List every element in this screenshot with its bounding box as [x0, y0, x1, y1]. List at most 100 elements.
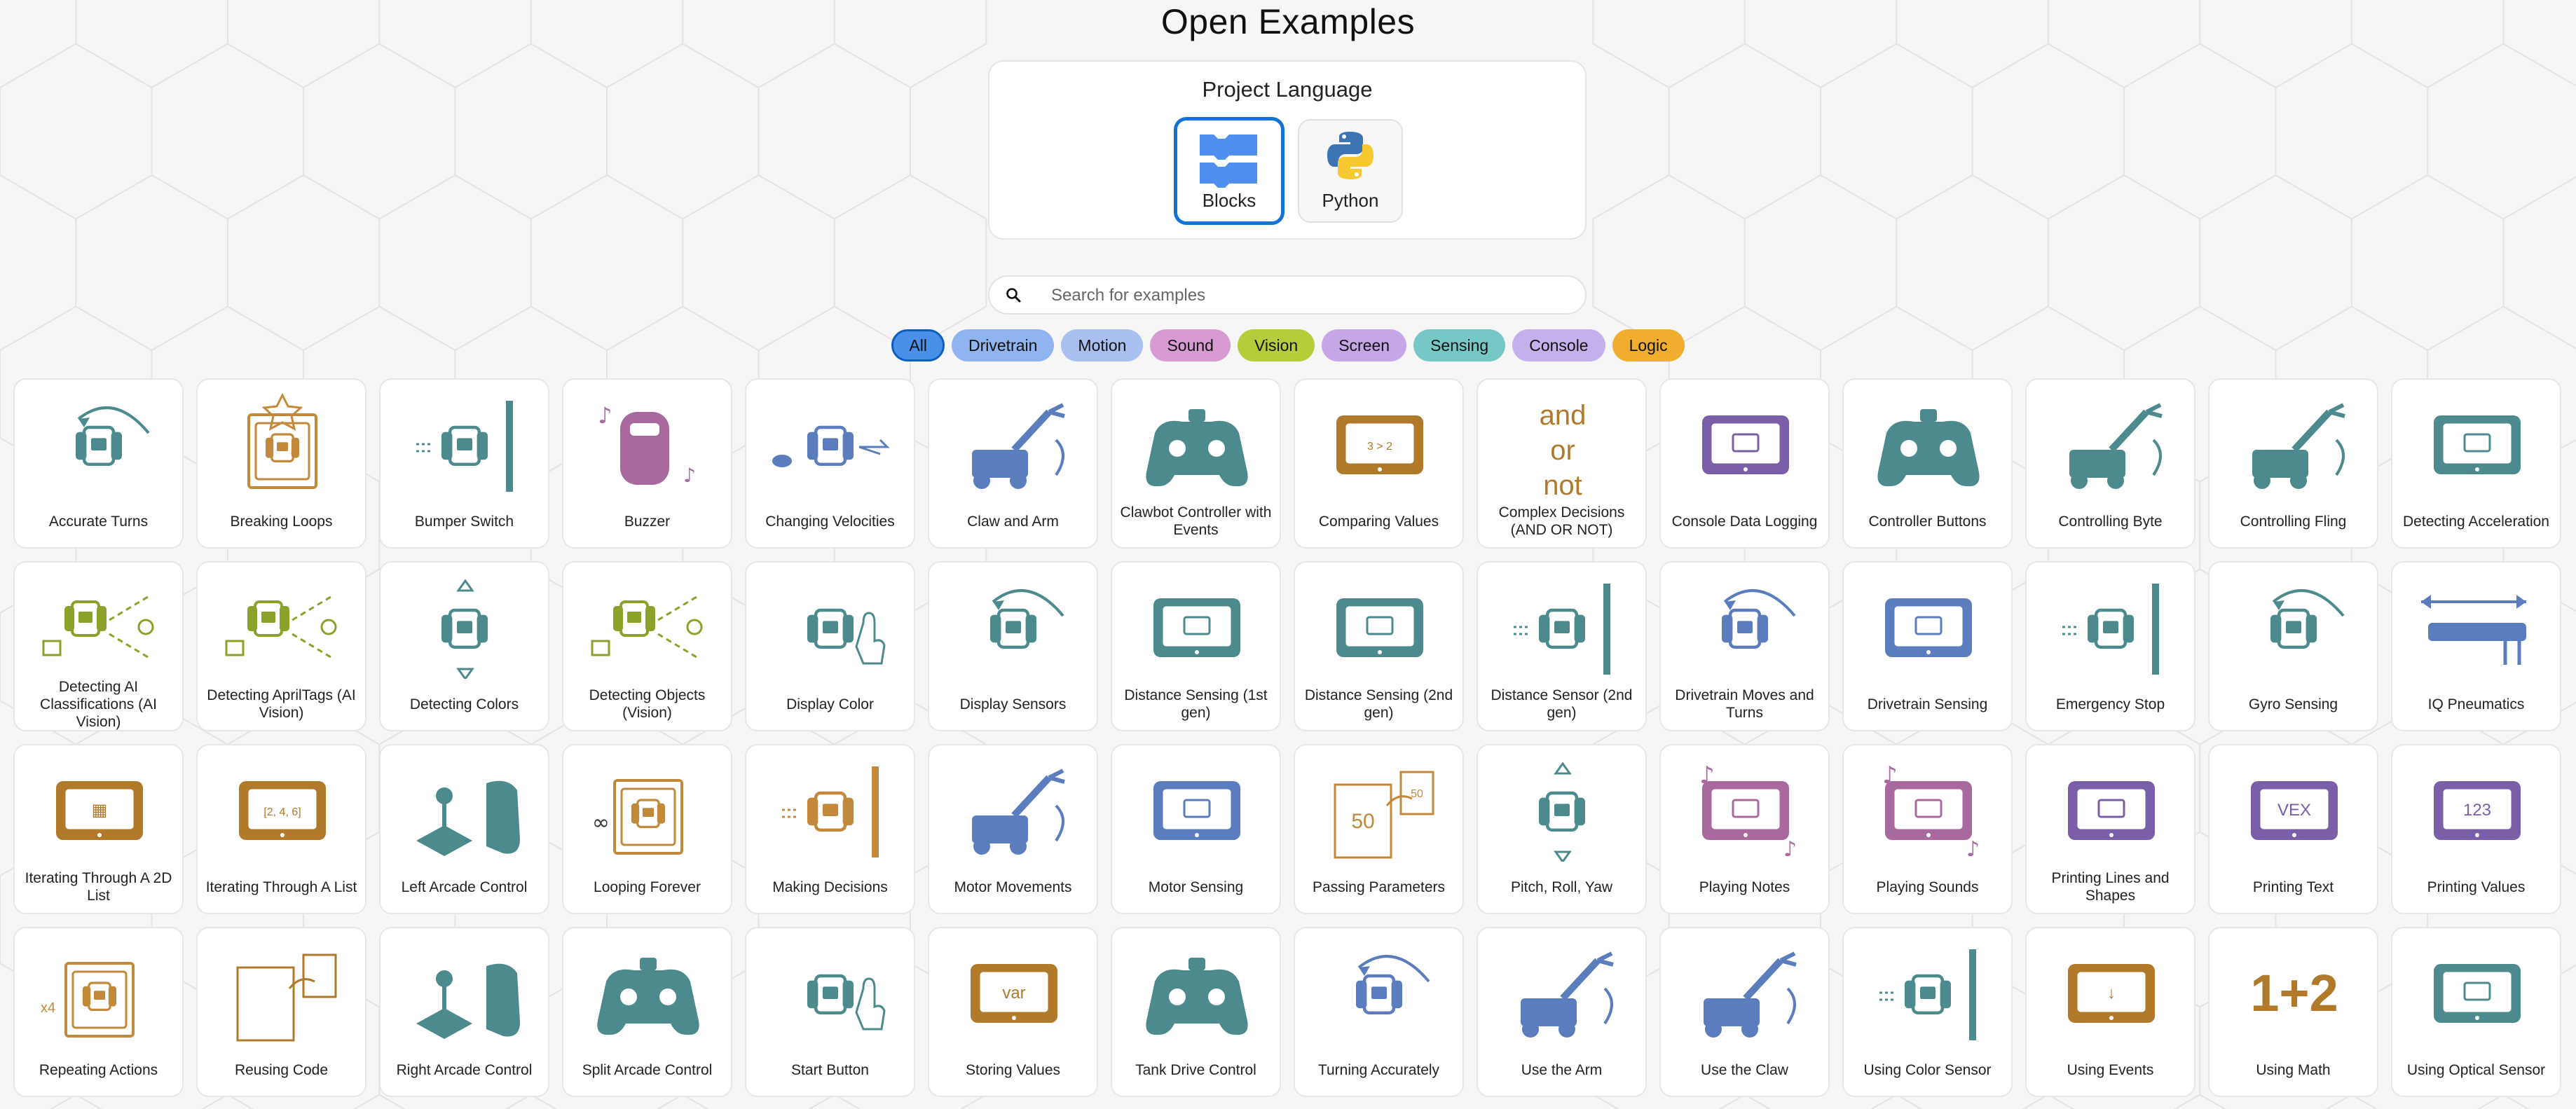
example-card-complex-decisions-and-or-not[interactable]: and or not Complex Decisions (AND OR NOT) [1477, 378, 1647, 549]
example-card-comparing-values[interactable]: 3 > 2 Comparing Values [1294, 378, 1464, 549]
example-card-buzzer[interactable]: ♪ ♪ Buzzer [562, 378, 732, 549]
example-card-printing-values[interactable]: 123 Printing Values [2391, 744, 2561, 914]
example-card-looping-forever[interactable]: ∞ Looping Forever [562, 744, 732, 914]
example-card-detecting-apriltags-ai-vision[interactable]: Detecting AprilTags (AI Vision) [196, 561, 366, 731]
example-card-printing-lines-and-shapes[interactable]: Printing Lines and Shapes [2025, 744, 2195, 914]
svg-text:var: var [1002, 984, 1025, 1003]
example-card-iterating-through-a-2d-list[interactable]: ▦ Iterating Through A 2D List [13, 744, 184, 914]
example-card-pitch-roll-yaw[interactable]: Pitch, Roll, Yaw [1477, 744, 1647, 914]
example-card-accurate-turns[interactable]: Accurate Turns [13, 378, 184, 549]
example-card-turning-accurately[interactable]: Turning Accurately [1294, 927, 1464, 1097]
example-card-label: Detecting Objects (Vision) [589, 687, 706, 721]
brain-screen-icon [1317, 574, 1443, 679]
example-card-bumper-switch[interactable]: Bumper Switch [379, 378, 549, 549]
example-card-display-sensors[interactable]: Display Sensors [928, 561, 1098, 731]
example-card-printing-text[interactable]: VEX Printing Text [2208, 744, 2378, 914]
color-sensor-robot-icon [402, 574, 528, 679]
example-card-label: Repeating Actions [39, 1061, 158, 1078]
example-card-gyro-sensing[interactable]: Gyro Sensing [2208, 561, 2378, 731]
brain-screen-icon: ▦ [36, 757, 163, 862]
python-language-button[interactable]: Python [1298, 119, 1403, 223]
example-card-using-events[interactable]: ↓ Using Events [2025, 927, 2195, 1097]
example-card-label: Use the Arm [1521, 1061, 1603, 1078]
example-card-controller-buttons[interactable]: Controller Buttons [1842, 378, 2013, 549]
filter-chip-sensing[interactable]: Sensing [1413, 329, 1506, 361]
svg-text:123: 123 [2463, 801, 2491, 820]
example-card-start-button[interactable]: Start Button [745, 927, 915, 1097]
page-title: Open Examples [1160, 2, 1416, 41]
project-language-title: Project Language [1202, 77, 1373, 102]
example-card-console-data-logging[interactable]: Console Data Logging [1659, 378, 1830, 549]
example-card-right-arcade-control[interactable]: Right Arcade Control [379, 927, 549, 1097]
example-card-label: Left Arcade Control [401, 879, 528, 895]
blocks-language-button[interactable]: Blocks [1174, 117, 1284, 225]
example-card-motor-sensing[interactable]: Motor Sensing [1111, 744, 1281, 914]
sound-screen-icon: ♪ ♪ [1683, 757, 1809, 862]
example-card-emergency-stop[interactable]: Emergency Stop [2025, 561, 2195, 731]
example-card-iq-pneumatics[interactable]: IQ Pneumatics [2391, 561, 2561, 731]
example-card-display-color[interactable]: Display Color [745, 561, 915, 731]
filter-chip-all[interactable]: All [891, 329, 945, 361]
search-bar[interactable] [988, 275, 1587, 315]
example-card-label: Controlling Fling [2240, 513, 2347, 530]
turn-robot-icon [1317, 939, 1443, 1045]
example-card-label: Turning Accurately [1317, 1061, 1440, 1078]
example-card-repeating-actions[interactable]: x4 Repeating Actions [13, 927, 184, 1097]
example-card-label: Start Button [791, 1061, 869, 1078]
filter-chip-screen[interactable]: Screen [1322, 329, 1407, 361]
document-icon [219, 939, 345, 1045]
example-card-making-decisions[interactable]: Making Decisions [745, 744, 915, 914]
brain-screen-icon [1865, 574, 1992, 679]
examples-grid: Accurate Turns Breaking Loops Bumper Swi… [13, 378, 2564, 1100]
svg-text:▦: ▦ [92, 801, 108, 820]
example-card-reusing-code[interactable]: Reusing Code [196, 927, 366, 1097]
example-card-detecting-ai-classifications-ai-vision[interactable]: Detecting AI Classifications (AI Vision) [13, 561, 184, 731]
filter-chip-sound[interactable]: Sound [1150, 329, 1231, 361]
filter-chip-logic[interactable]: Logic [1612, 329, 1685, 361]
example-card-split-arcade-control[interactable]: Split Arcade Control [562, 927, 732, 1097]
pneumatics-icon [2414, 574, 2540, 679]
example-card-drivetrain-sensing[interactable]: Drivetrain Sensing [1842, 561, 2013, 731]
example-card-drivetrain-moves-and-turns[interactable]: Drivetrain Moves and Turns [1659, 561, 1830, 731]
example-card-breaking-loops[interactable]: Breaking Loops [196, 378, 366, 549]
example-card-playing-sounds[interactable]: ♪ ♪ Playing Sounds [1842, 744, 2013, 914]
filter-chip-vision[interactable]: Vision [1237, 329, 1315, 361]
python-label: Python [1322, 190, 1379, 211]
brain-screen-icon [2414, 939, 2540, 1045]
example-card-changing-velocities[interactable]: Changing Velocities [745, 378, 915, 549]
example-card-detecting-colors[interactable]: Detecting Colors [379, 561, 549, 731]
svg-text:♪: ♪ [683, 464, 696, 487]
svg-text:and: and [1540, 400, 1587, 431]
example-card-use-the-claw[interactable]: Use the Claw [1659, 927, 1830, 1097]
search-icon [1006, 288, 1021, 303]
example-card-tank-drive-control[interactable]: Tank Drive Control [1111, 927, 1281, 1097]
example-card-passing-parameters[interactable]: 50 50 Passing Parameters [1294, 744, 1464, 914]
example-card-storing-values[interactable]: var Storing Values [928, 927, 1098, 1097]
search-input[interactable] [1051, 282, 1570, 309]
example-card-claw-and-arm[interactable]: Claw and Arm [928, 378, 1098, 549]
example-card-left-arcade-control[interactable]: Left Arcade Control [379, 744, 549, 914]
brain-screen-icon: ↓ [2048, 939, 2174, 1045]
example-card-using-color-sensor[interactable]: Using Color Sensor [1842, 927, 2013, 1097]
example-card-label: Looping Forever [594, 879, 701, 895]
ai-vision-icon [36, 574, 163, 679]
example-card-detecting-objects-vision[interactable]: Detecting Objects (Vision) [562, 561, 732, 731]
example-card-label: Using Math [2256, 1061, 2331, 1078]
example-card-controlling-byte[interactable]: Controlling Byte [2025, 378, 2195, 549]
example-card-distance-sensing-1st-gen[interactable]: Distance Sensing (1st gen) [1111, 561, 1281, 731]
example-card-using-optical-sensor[interactable]: Using Optical Sensor [2391, 927, 2561, 1097]
example-card-distance-sensor-2nd-gen[interactable]: Distance Sensor (2nd gen) [1477, 561, 1647, 731]
example-card-distance-sensing-2nd-gen[interactable]: Distance Sensing (2nd gen) [1294, 561, 1464, 731]
example-card-using-math[interactable]: 1+2 Using Math [2208, 927, 2378, 1097]
ai-vision-icon [585, 574, 711, 679]
example-card-controlling-fling[interactable]: Controlling Fling [2208, 378, 2378, 549]
filter-chip-drivetrain[interactable]: Drivetrain [951, 329, 1055, 361]
example-card-use-the-arm[interactable]: Use the Arm [1477, 927, 1647, 1097]
example-card-clawbot-controller-with-events[interactable]: Clawbot Controller with Events [1111, 378, 1281, 549]
example-card-motor-movements[interactable]: Motor Movements [928, 744, 1098, 914]
example-card-playing-notes[interactable]: ♪ ♪ Playing Notes [1659, 744, 1830, 914]
filter-chip-console[interactable]: Console [1512, 329, 1605, 361]
example-card-iterating-through-a-list[interactable]: [2, 4, 6] Iterating Through A List [196, 744, 366, 914]
example-card-detecting-acceleration[interactable]: Detecting Acceleration [2391, 378, 2561, 549]
filter-chip-motion[interactable]: Motion [1061, 329, 1144, 361]
